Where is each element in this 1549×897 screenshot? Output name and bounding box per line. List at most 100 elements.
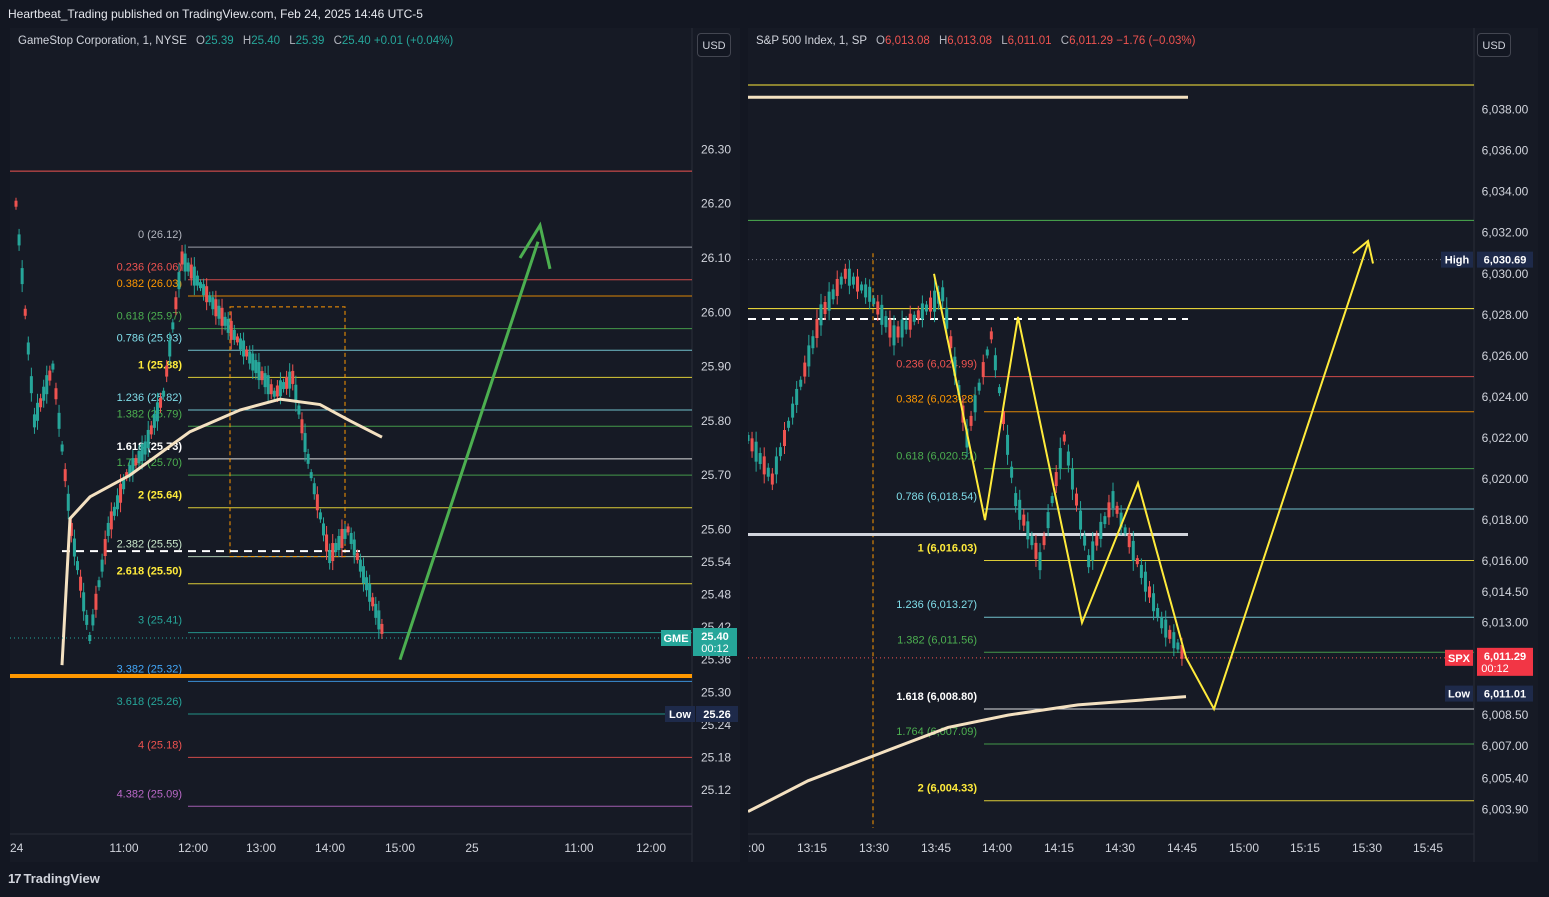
gme-candle	[266, 375, 270, 395]
spx-price-tick: 6,022.00	[1482, 431, 1529, 445]
gme-candle	[85, 614, 89, 625]
spx-candle	[847, 268, 851, 286]
gme-low-value: 25.26	[703, 709, 731, 721]
gme-fib-label: 1.236 (25.82)	[117, 392, 182, 404]
spx-candle	[1115, 505, 1119, 514]
spx-candle	[985, 349, 989, 356]
gme-candle	[346, 526, 350, 533]
spx-candle	[750, 438, 754, 452]
gme-fib-label: 0.618 (25.97)	[117, 311, 182, 323]
spx-candle	[920, 303, 924, 320]
spx-candle	[1038, 552, 1042, 571]
spx-candle	[1160, 617, 1164, 629]
spx-price-tick: 6,038.00	[1482, 103, 1529, 117]
gme-candle	[119, 483, 123, 503]
spx-candle	[766, 467, 770, 477]
gme-candle	[355, 553, 359, 561]
spx-candle	[904, 320, 908, 330]
gme-fib-label: 0.236 (26.06)	[117, 262, 182, 274]
spx-candle	[851, 276, 855, 285]
spx-candle	[1042, 536, 1046, 546]
gme-time-tick: 11:00	[109, 841, 138, 855]
spx-candle	[827, 291, 831, 311]
gme-candle	[260, 371, 264, 381]
spx-candle	[1152, 593, 1156, 612]
spx-candle	[1010, 466, 1014, 478]
gme-fib-label: 2 (25.64)	[138, 490, 182, 502]
gme-candle	[374, 603, 378, 618]
gme-candle	[45, 375, 49, 395]
spx-fib-label: 1.382 (6,011.56)	[897, 634, 977, 646]
gme-candle	[272, 390, 276, 397]
spx-fib-label: 0.618 (6,020.51)	[896, 451, 977, 463]
gme-price-tick: 26.20	[701, 197, 731, 211]
spx-candle	[1079, 510, 1083, 530]
gme-candle	[349, 532, 353, 544]
gme-candle	[29, 376, 33, 394]
spx-price-tick: 6,030.00	[1482, 267, 1529, 281]
gme-time-tick: 14:00	[315, 841, 345, 855]
spx-price-tick: 6,008.50	[1482, 708, 1529, 722]
gme-chart-panel[interactable]: GameStop Corporation, 1, NYSE O25.39 H25…	[10, 28, 740, 862]
gme-price-tick: 25.80	[701, 414, 731, 428]
gme-candle	[251, 353, 255, 371]
spx-candle	[807, 345, 811, 367]
spx-candle	[1006, 434, 1010, 455]
spx-candle	[839, 276, 843, 285]
gme-candle	[242, 340, 246, 357]
spx-candle	[860, 284, 864, 291]
gme-candle	[54, 388, 58, 400]
spx-price-tick: 6,014.50	[1482, 585, 1529, 599]
gme-candle	[143, 441, 147, 455]
spx-candle	[1103, 516, 1107, 525]
gme-candle	[254, 360, 258, 374]
spx-price-tick: 6,016.00	[1482, 554, 1529, 568]
spx-candle	[981, 362, 985, 378]
gme-candle	[282, 382, 286, 390]
spx-candle	[856, 276, 859, 292]
spx-candle	[892, 325, 896, 346]
spx-candle	[929, 297, 932, 312]
spx-time-tick: 13:30	[859, 841, 889, 855]
gme-candle	[36, 402, 40, 421]
gme-candle	[232, 329, 236, 340]
gme-candle	[23, 308, 27, 316]
gme-candle	[152, 413, 156, 428]
gme-candle	[82, 592, 86, 612]
spx-countdown: 00:12	[1481, 663, 1509, 675]
gme-candle	[137, 451, 141, 464]
gme-candle	[217, 305, 221, 319]
gme-candle	[171, 322, 175, 330]
gme-candle	[275, 385, 279, 397]
spx-candle	[941, 287, 945, 302]
gme-candle	[229, 320, 233, 340]
gme-candle	[331, 543, 335, 562]
gme-candle	[192, 266, 196, 286]
spx-candle	[1099, 521, 1103, 539]
spx-candle	[872, 298, 876, 305]
spx-price-tick: 6,018.00	[1482, 513, 1529, 527]
spx-candle	[791, 403, 795, 418]
gme-candle	[365, 577, 369, 591]
spx-candle	[774, 456, 778, 475]
gme-candle	[223, 316, 227, 326]
spx-chart-panel[interactable]: S&P 500 Index, 1, SP O6,013.08 H6,013.08…	[748, 28, 1538, 862]
spx-candle	[1014, 493, 1018, 507]
spx-candle	[1176, 642, 1180, 650]
spx-candle	[835, 278, 839, 296]
gme-candle	[91, 614, 95, 626]
gme-candle	[140, 444, 144, 462]
gme-last-price: 25.40	[701, 631, 729, 643]
gme-time-tick: 11:00	[564, 841, 593, 855]
gme-time-tick: 15:00	[385, 841, 415, 855]
spx-fib-label: 1.236 (6,013.27)	[896, 599, 977, 611]
gme-candle	[306, 453, 310, 464]
spx-candle	[770, 473, 774, 485]
gme-candle	[60, 444, 64, 452]
spx-candle	[795, 388, 799, 405]
spx-candle	[912, 314, 916, 322]
gme-fib-label: 1 (25.88)	[138, 359, 182, 371]
gme-fib-label: 0.786 (25.93)	[117, 332, 182, 344]
spx-candle	[1062, 434, 1066, 442]
gme-candle	[115, 495, 119, 510]
